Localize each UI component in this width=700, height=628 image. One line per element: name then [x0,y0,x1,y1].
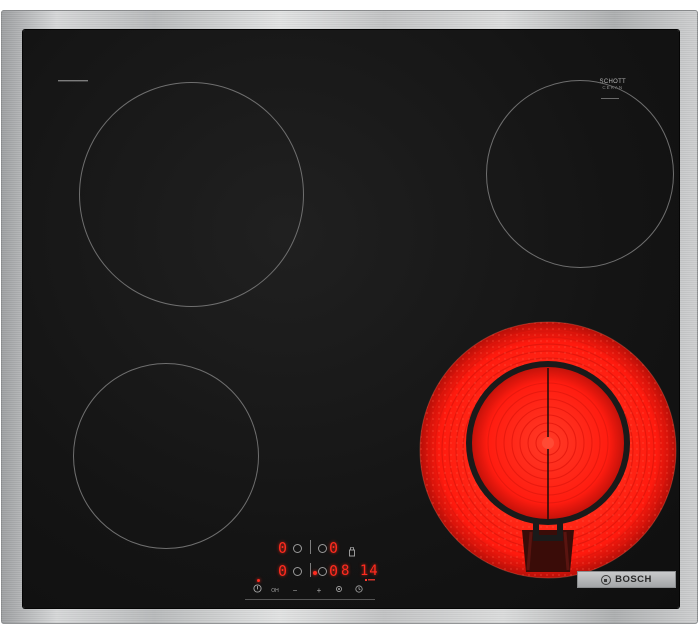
bosch-logo-icon [601,574,612,585]
power-button[interactable] [251,584,263,598]
zone-level-display-2: 0 [329,539,340,557]
timer-indicator [365,578,375,583]
clock-icon [355,585,363,593]
cooking-zone-top-right [486,80,674,268]
child-lock-icon [349,544,355,557]
power-indicator-led [257,579,260,582]
brand-name: BOSCH [615,574,652,585]
active-zone-indicator [313,571,317,575]
divider [310,563,311,577]
cooking-zone-bottom-right-heating [419,321,677,579]
model-marking [58,79,88,85]
brand-badge: BOSCH [577,571,676,588]
control-underline [245,599,375,600]
gear-icon [336,586,342,592]
zone-level-display-1: 0 [278,539,289,557]
cooktop-frame: SCHOTT CERAN 0 0 0 0 8 14 OH − + [1,10,698,624]
plus-button[interactable]: + [313,584,325,598]
zone-level-display-4: 0 [329,562,340,580]
touch-control-strip: OH − + [245,584,375,600]
zone-select-ring-4[interactable] [318,567,327,576]
gear-button[interactable] [333,584,345,598]
cooking-zone-bottom-left [73,363,259,549]
zone-select-ring-3[interactable] [293,567,302,576]
timer-display: 8 14 [341,563,379,579]
divider [310,540,311,554]
ceramic-glass-surface: SCHOTT CERAN 0 0 0 0 8 14 OH − + [23,30,679,608]
power-icon [252,584,262,593]
timer-button[interactable] [353,584,365,598]
zone-level-display-3: 0 [278,562,289,580]
on-label[interactable]: OH [267,584,283,598]
zone-select-ring-2[interactable] [318,544,327,553]
minus-button[interactable]: − [289,584,301,598]
cooking-zone-top-left [79,82,304,307]
zone-select-ring-1[interactable] [293,544,302,553]
